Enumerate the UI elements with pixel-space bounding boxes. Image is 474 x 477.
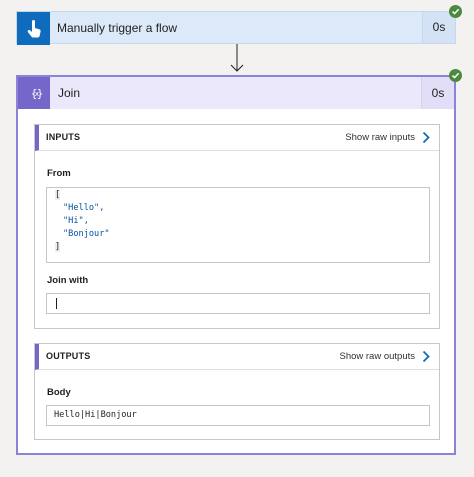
body-value: Hello|Hi|Bonjour (54, 410, 137, 420)
json-open-bracket: [ (55, 190, 61, 200)
json-item: "Bonjour" (63, 229, 110, 239)
trigger-duration: 0s (422, 12, 455, 43)
chevron-right-icon[interactable] (422, 350, 430, 363)
inputs-section: INPUTS Show raw inputs From [ "Hello", "… (34, 124, 440, 329)
join-action-duration: 0s (421, 77, 454, 109)
inputs-heading: INPUTS (46, 132, 81, 142)
trigger-title: Manually trigger a flow (57, 21, 178, 35)
text-cursor (56, 298, 57, 309)
success-check-icon (449, 5, 462, 18)
join-action-header[interactable]: { } x Join 0s (18, 77, 454, 109)
touch-hand-icon (17, 12, 50, 45)
trigger-card[interactable]: Manually trigger a flow 0s (16, 11, 456, 45)
svg-text:x: x (35, 90, 39, 98)
json-item: "Hi", (63, 216, 89, 226)
from-label: From (47, 168, 71, 179)
outputs-heading: OUTPUTS (46, 351, 91, 361)
show-raw-outputs-link[interactable]: Show raw outputs (339, 344, 415, 369)
join-with-field (46, 293, 430, 314)
json-close-bracket: ] (55, 242, 61, 252)
body-label: Body (47, 387, 71, 398)
outputs-section: OUTPUTS Show raw outputs Body Hello|Hi|B… (34, 343, 440, 440)
join-with-label: Join with (47, 275, 89, 286)
outputs-section-header: OUTPUTS Show raw outputs (35, 344, 439, 370)
inputs-section-header: INPUTS Show raw inputs (35, 125, 439, 151)
join-action-title: Join (58, 86, 81, 100)
show-raw-inputs-link[interactable]: Show raw inputs (345, 125, 415, 150)
join-action-card: { } x Join 0s INPUTS Show raw inputs Fro… (16, 75, 456, 455)
chevron-right-icon[interactable] (422, 131, 430, 144)
body-value-box: Hello|Hi|Bonjour (46, 405, 430, 426)
success-check-icon (449, 69, 462, 82)
connector-arrow-icon (230, 44, 244, 72)
json-item: "Hello", (63, 203, 105, 213)
from-value-box: [ "Hello", "Hi", "Bonjour" ] (46, 187, 430, 263)
curly-braces-icon: { } x (18, 77, 50, 109)
